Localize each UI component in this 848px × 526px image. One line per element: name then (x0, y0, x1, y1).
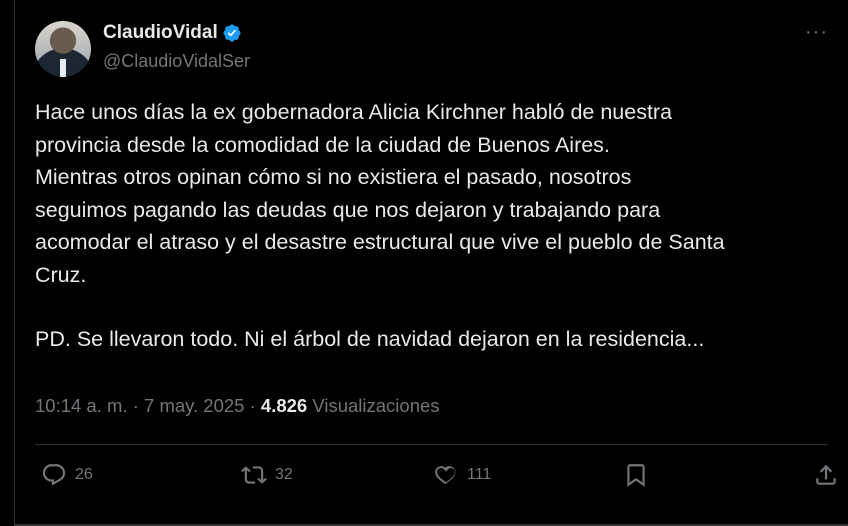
tweet-paragraph: PD. Se llevaron todo. Ni el árbol de nav… (35, 327, 705, 351)
tweet-date[interactable]: 7 may. 2025 (144, 395, 244, 416)
action-bar: 26 32 111 (41, 462, 836, 498)
divider (35, 444, 828, 445)
tweet-meta: 10:14 a. m. · 7 may. 2025 · 4.826 Visual… (35, 395, 440, 417)
share-icon (816, 464, 836, 485)
tweet-card: ClaudioVidal @ClaudioVidalSer ··· Hace u… (14, 0, 848, 526)
more-options-icon[interactable]: ··· (805, 22, 828, 42)
reply-count: 26 (75, 466, 93, 483)
tweet-text: Hace unos días la ex gobernadora Alicia … (35, 96, 835, 356)
bookmark-icon (627, 464, 645, 487)
reply-icon (42, 464, 66, 486)
repost-count: 32 (275, 466, 293, 483)
heart-icon (435, 466, 456, 485)
repost-button[interactable]: 32 (241, 462, 293, 488)
meta-separator: · (249, 395, 256, 416)
author-display-name[interactable]: ClaudioVidal (103, 22, 218, 44)
tweet-time[interactable]: 10:14 a. m. (35, 395, 128, 416)
author-handle[interactable]: @ClaudioVidalSer (103, 51, 250, 72)
meta-separator: · (132, 395, 139, 416)
like-button[interactable]: 111 (433, 462, 491, 488)
reply-button[interactable]: 26 (41, 462, 93, 488)
author-name-row: ClaudioVidal (103, 22, 242, 44)
share-button[interactable] (813, 462, 839, 488)
views-label: Visualizaciones (312, 395, 440, 416)
views-count: 4.826 (260, 395, 308, 416)
bookmark-button[interactable] (623, 462, 649, 488)
verified-badge-icon (222, 23, 242, 43)
like-count: 111 (467, 466, 492, 483)
avatar[interactable] (35, 21, 91, 77)
repost-icon (241, 466, 267, 484)
tweet-paragraph: Hace unos días la ex gobernadora Alicia … (35, 100, 725, 287)
